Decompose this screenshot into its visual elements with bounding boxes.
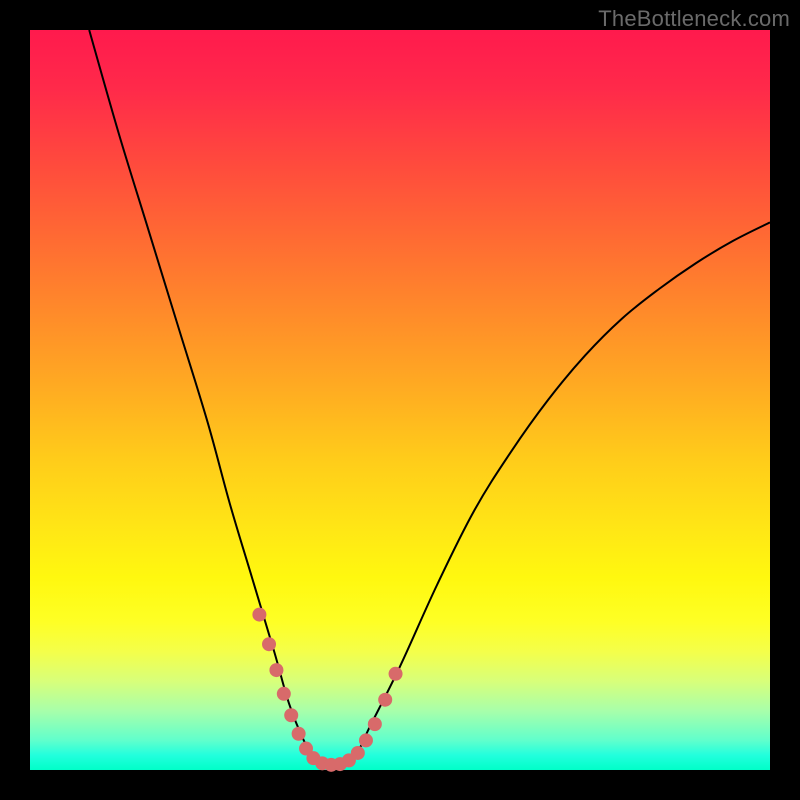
curve-marker	[252, 608, 266, 622]
bottleneck-curve	[89, 30, 770, 765]
curve-marker	[368, 717, 382, 731]
curve-marker	[284, 708, 298, 722]
curve-marker	[277, 687, 291, 701]
chart-frame: TheBottleneck.com	[0, 0, 800, 800]
curve-marker	[351, 746, 365, 760]
plot-area	[30, 30, 770, 770]
curve-marker	[378, 693, 392, 707]
curve-marker	[359, 733, 373, 747]
curve-marker	[269, 663, 283, 677]
curve-marker	[292, 727, 306, 741]
curve-layer	[30, 30, 770, 770]
marker-group	[252, 608, 402, 772]
curve-marker	[389, 667, 403, 681]
watermark-text: TheBottleneck.com	[598, 6, 790, 32]
curve-marker	[262, 637, 276, 651]
